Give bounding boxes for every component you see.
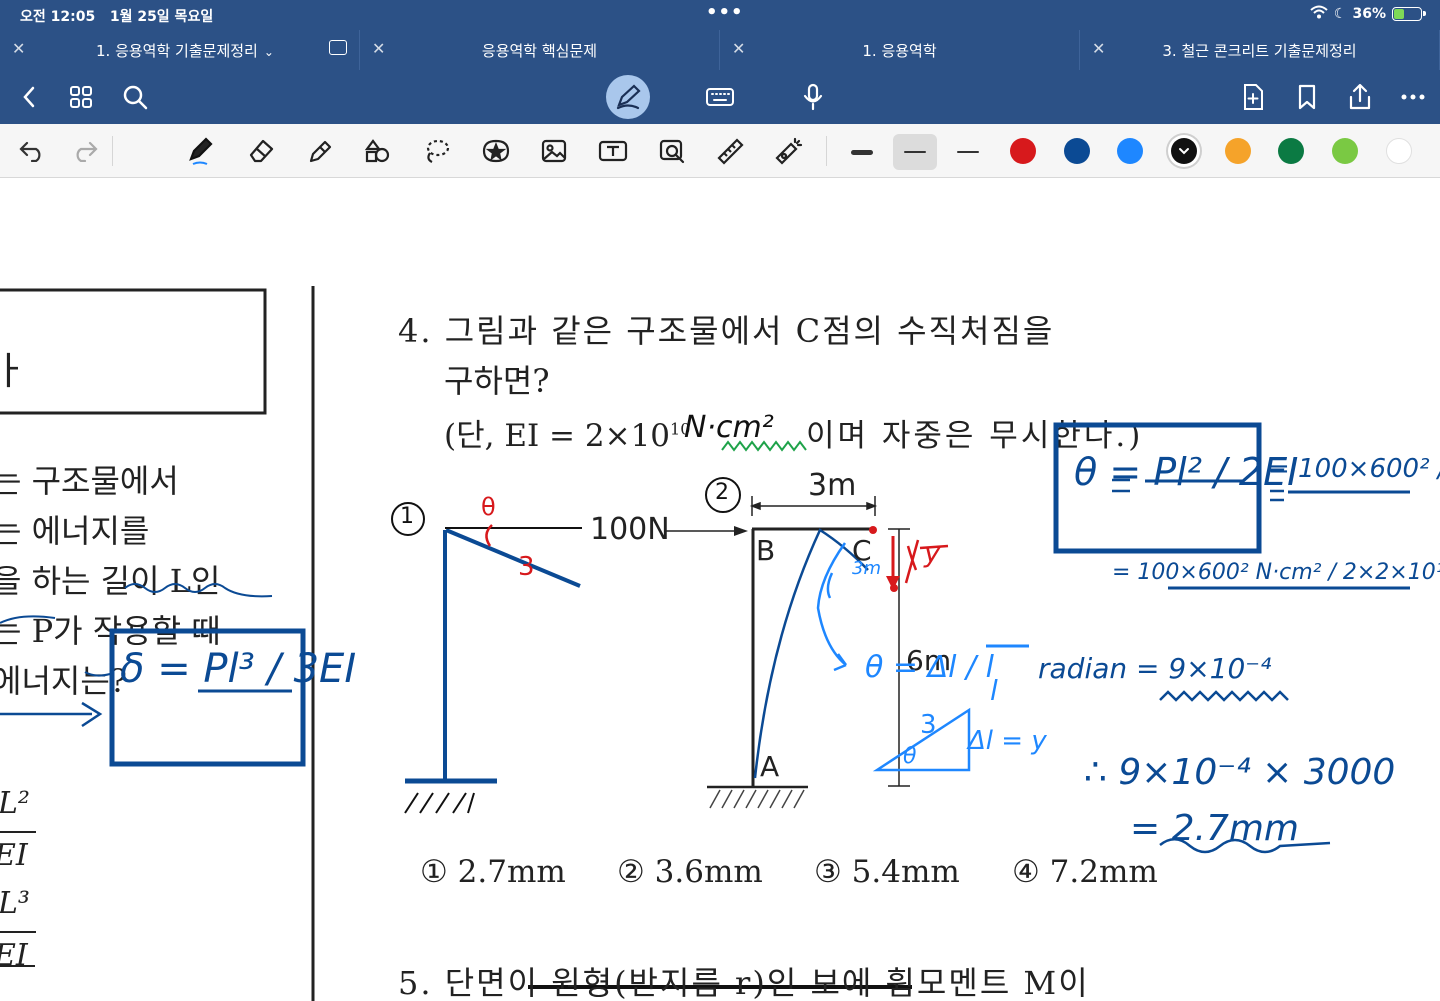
sticker-icon[interactable] [478,134,514,168]
shapes-icon[interactable] [360,134,396,168]
node-label-a: A [760,750,780,783]
ruler-icon[interactable] [712,134,748,168]
color-blue[interactable] [1117,138,1143,164]
camera-icon[interactable] [654,134,690,168]
drawing-toolbar [0,124,1440,178]
bookmark-icon[interactable] [1292,82,1322,112]
color-red[interactable] [1010,138,1036,164]
multitasking-dots[interactable]: ••• [706,2,744,23]
node-label-b: B [756,534,776,567]
answer-choice-2[interactable]: ② 3.6mm [617,854,763,890]
ink-radian: radian = 9×10⁻⁴ [1038,652,1272,685]
microphone-icon[interactable] [798,82,828,112]
status-time-date: 오전 12:05 1월 25일 목요일 [20,9,214,25]
tab-label: 1. 응용역학 기출문제정리 [96,42,258,60]
load-label: 100N [590,512,670,547]
lasso-icon[interactable] [419,134,455,168]
pen-icon[interactable] [182,134,218,168]
chevron-down-icon[interactable]: ⌄ [264,45,274,59]
stroke-thin[interactable] [946,134,990,170]
color-orange[interactable] [1225,138,1251,164]
ink-theta: θ [481,493,496,521]
battery-percent: 36% [1352,6,1386,22]
ink-result-2: = 2.7mm [1130,808,1299,849]
dimension-3m: 3m [808,468,857,503]
color-white[interactable] [1386,138,1412,164]
ink-circled-2: 2 [715,480,729,505]
ink-units: N·cm² [684,410,774,445]
close-tab-icon[interactable]: ✕ [12,39,25,58]
stroke-medium[interactable] [893,134,937,170]
highlighter-icon[interactable] [302,134,338,168]
tab-4[interactable]: ✕ 3. 철근 콘크리트 기출문제정리 [1080,30,1440,70]
ink-calc2: = 100×600² N·cm² / 2×2×10¹⁰ N·cm² [1112,560,1440,585]
split-view-icon[interactable] [329,40,347,55]
color-black[interactable] [1171,138,1197,164]
laser-icon[interactable] [770,134,806,168]
answer-choice-4[interactable]: ④ 7.2mm [1012,854,1158,890]
stroke-thick[interactable] [840,134,884,170]
tab-2[interactable]: ✕ 응용역학 핵심문제 [360,30,720,70]
ink-three-blue: 3 [920,710,937,740]
tab-1[interactable]: ✕ 1. 응용역학 기출문제정리 ⌄ [0,30,360,70]
color-navy[interactable] [1064,138,1090,164]
question-5-title: 5. 단면이 원형(반지름 r)인 보에 휨모멘트 M이 [398,964,1090,1001]
more-icon[interactable] [1398,82,1428,112]
toolbar-divider [112,136,113,166]
wifi-icon [1310,5,1328,23]
add-page-icon[interactable] [1238,82,1268,112]
nav-bar [0,70,1440,124]
back-chevron-icon[interactable] [14,82,44,112]
ink-3m-small: 3m [852,558,881,579]
battery-icon [1392,7,1426,21]
redo-icon[interactable] [67,134,103,168]
toolbar-divider [826,136,827,166]
grid-icon[interactable] [66,82,96,112]
textbox-icon[interactable] [595,134,631,168]
color-lime[interactable] [1332,138,1358,164]
ink-three-red: 3 [518,552,535,582]
status-indicators: ☾ 36% [1310,5,1426,23]
answer-choice-3[interactable]: ③ 5.4mm [814,854,960,890]
search-icon[interactable] [120,82,150,112]
ink-formula-delta: δ = Pl³ / 3EI [120,646,357,692]
color-green[interactable] [1278,138,1304,164]
ink-ell: l [990,674,998,707]
document-tabs: ✕ 1. 응용역학 기출문제정리 ⌄ ✕ 응용역학 핵심문제 ✕ 1. 응용역학 … [0,30,1440,70]
image-icon[interactable] [536,134,572,168]
tab-label: 3. 철근 콘크리트 기출문제정리 [1162,42,1357,60]
moon-icon: ☾ [1333,6,1347,22]
ink-delta-l: Δl = y [968,726,1047,756]
eraser-icon[interactable] [243,134,279,168]
note-canvas[interactable]: ㅏ 는 구조물에서 는 에너지를 을 하는 길이 L인 는 P가 작용할 때 에… [0,178,1440,1001]
ink-formula-theta: θ = Pl² / 2EI [1074,450,1299,494]
pen-mode-icon[interactable] [606,75,650,119]
ink-y-red: y [924,536,941,569]
keyboard-icon[interactable] [705,82,735,112]
share-icon[interactable] [1345,82,1375,112]
undo-icon[interactable] [14,134,50,168]
ink-result-1: ∴ 9×10⁻⁴ × 3000 [1084,752,1396,793]
answer-choice-1[interactable]: ① 2.7mm [420,854,566,890]
ink-circled-1: 1 [400,504,414,529]
ink-theta-eq: θ = Δl / l [865,650,994,685]
tab-3[interactable]: ✕ 1. 응용역학 [720,30,1080,70]
status-bar: 오전 12:05 1월 25일 목요일 ••• ☾ 36% [0,0,1440,30]
ink-calc1: = 100×600² / 2EI [1268,454,1440,484]
tab-label: 1. 응용역학 [862,42,937,60]
tab-label: 응용역학 핵심문제 [481,42,598,60]
ink-theta-small: θ [903,744,917,769]
